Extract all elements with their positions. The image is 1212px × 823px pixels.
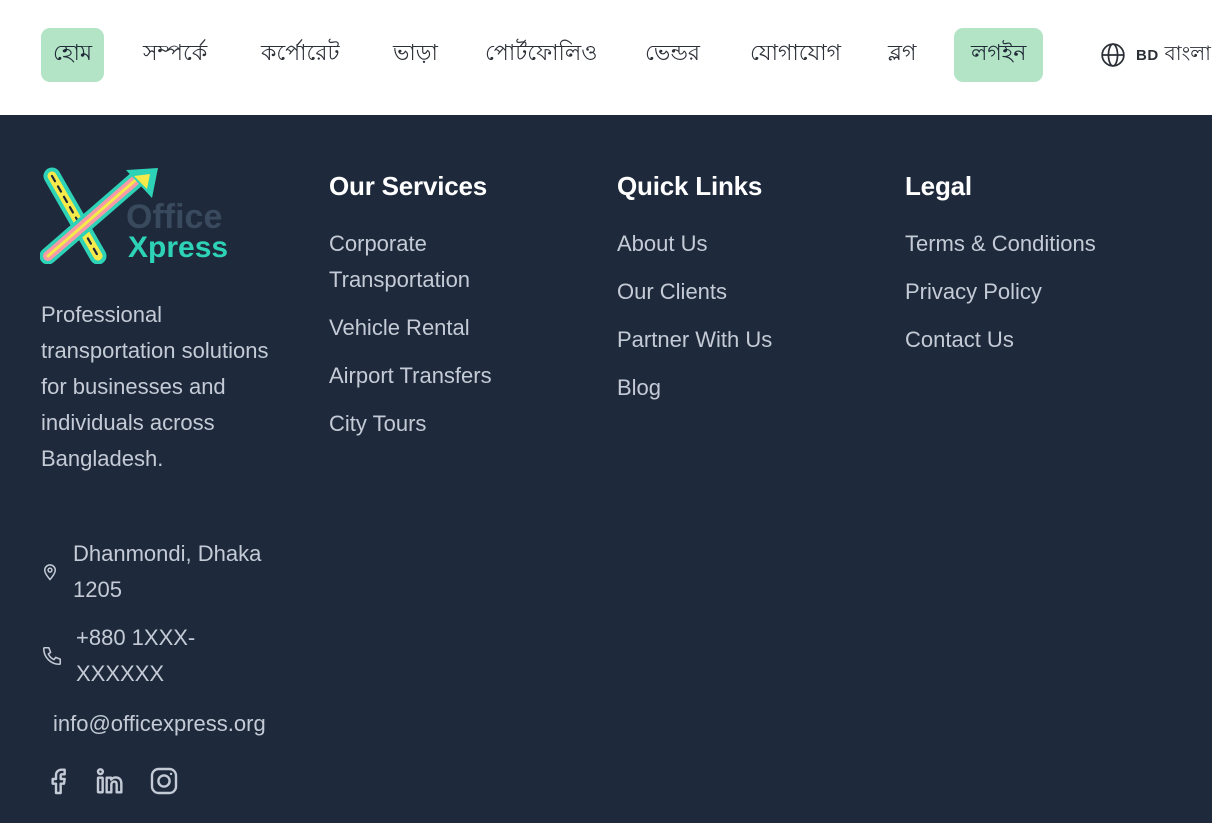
officexpress-logo[interactable]: Office Xpress xyxy=(40,164,230,264)
top-navigation: হোম সম্পর্কে কর্পোরেট ভাড়া পোর্টফোলিও ভ… xyxy=(0,0,1212,115)
services-heading: Our Services xyxy=(329,171,488,201)
address-row: Dhanmondi, Dhaka 1205 xyxy=(41,536,291,608)
legal-link-privacy[interactable]: Privacy Policy xyxy=(905,274,1165,310)
login-button[interactable]: লগইন xyxy=(954,28,1044,82)
nav-item-portfolio[interactable]: পোর্টফোলিও xyxy=(485,28,597,82)
phone-row: +880 1XXX-XXXXXX xyxy=(41,620,241,692)
language-switcher[interactable]: BD বাংলা xyxy=(1100,28,1211,82)
instagram-icon xyxy=(150,767,178,795)
service-link-vehicle-rental[interactable]: Vehicle Rental xyxy=(329,310,539,346)
nav-item-blog[interactable]: ব্লগ xyxy=(888,28,916,82)
location-pin-icon xyxy=(43,564,57,581)
service-link-city-tours[interactable]: City Tours xyxy=(329,406,539,442)
nav-item-home[interactable]: হোম xyxy=(41,28,105,82)
globe-icon xyxy=(1101,43,1125,67)
nav-item-rental[interactable]: ভাড়া xyxy=(393,28,438,82)
linkedin-icon xyxy=(96,768,123,794)
email-row: info@officexpress.org xyxy=(53,706,266,742)
phone-text[interactable]: +880 1XXX-XXXXXX xyxy=(76,620,241,692)
facebook-link[interactable] xyxy=(42,764,74,798)
legal-heading: Legal xyxy=(905,171,972,201)
quick-link-about[interactable]: About Us xyxy=(617,226,837,262)
services-column: Our Services Corporate Transportation Ve… xyxy=(329,169,539,454)
quick-link-partner[interactable]: Partner With Us xyxy=(617,322,837,358)
linkedin-link[interactable] xyxy=(94,764,126,798)
legal-link-contact[interactable]: Contact Us xyxy=(905,322,1165,358)
language-label: বাংলা xyxy=(1164,40,1211,65)
phone-icon xyxy=(42,646,62,666)
legal-column: Legal Terms & Conditions Privacy Policy … xyxy=(905,169,1165,370)
quick-link-blog[interactable]: Blog xyxy=(617,370,837,406)
address-text: Dhanmondi, Dhaka 1205 xyxy=(73,541,262,602)
nav-item-corporate[interactable]: কর্পোরেট xyxy=(261,28,339,82)
legal-link-terms[interactable]: Terms & Conditions xyxy=(905,226,1165,262)
quick-link-clients[interactable]: Our Clients xyxy=(617,274,837,310)
email-link[interactable]: info@officexpress.org xyxy=(53,706,266,742)
nav-item-vendor[interactable]: ভেন্ডর xyxy=(645,28,700,82)
nav-item-contact[interactable]: যোগাযোগ xyxy=(750,28,841,82)
nav-item-about[interactable]: সম্পর্কে xyxy=(143,28,207,82)
instagram-link[interactable] xyxy=(148,764,180,798)
quick-links-column: Quick Links About Us Our Clients Partner… xyxy=(617,169,837,418)
facebook-icon xyxy=(51,768,66,795)
service-link-airport[interactable]: Airport Transfers xyxy=(329,358,539,394)
quick-links-heading: Quick Links xyxy=(617,171,763,201)
logo-word-xpress: Xpress xyxy=(128,231,228,264)
site-footer: Office Xpress Professional transportatio… xyxy=(0,115,1212,823)
language-flag: BD xyxy=(1136,46,1159,64)
company-description: Professional transportation solutions fo… xyxy=(41,302,269,471)
service-link-corporate[interactable]: Corporate Transportation xyxy=(329,226,539,298)
